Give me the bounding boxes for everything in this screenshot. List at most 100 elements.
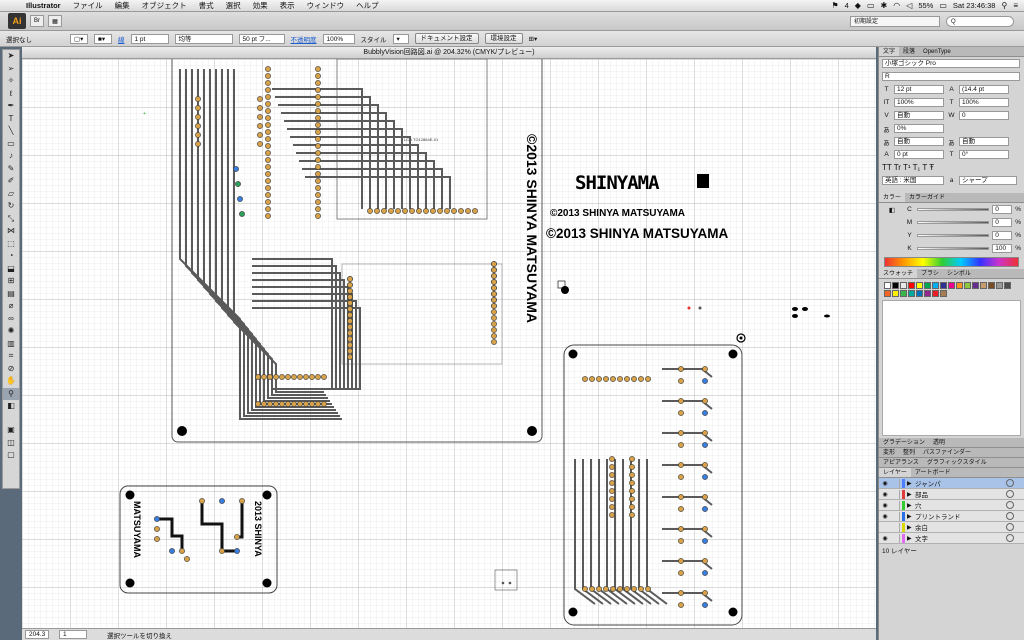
swatch-14[interactable]: [996, 282, 1003, 289]
pcb-pad[interactable]: [702, 538, 708, 544]
lock-toggle[interactable]: [891, 478, 900, 488]
pcb-pad[interactable]: [195, 96, 201, 102]
pcb-pad[interactable]: [303, 374, 309, 380]
tab-brushes[interactable]: ブラシ: [917, 269, 943, 278]
pcb-pad[interactable]: [265, 66, 271, 72]
pcb-pad[interactable]: [702, 366, 708, 372]
pcb-pad[interactable]: [261, 401, 267, 407]
document-settings-button[interactable]: ドキュメント設定: [414, 33, 479, 44]
pcb-pad[interactable]: [309, 374, 315, 380]
pcb-pad[interactable]: [315, 122, 321, 128]
tab-gradient[interactable]: グラデーション: [879, 438, 929, 447]
pcb-pad[interactable]: [596, 586, 602, 592]
menu-object[interactable]: オブジェクト: [136, 0, 193, 11]
pcb-pad[interactable]: [678, 410, 684, 416]
swatch-21[interactable]: [924, 290, 931, 297]
pcb-pad[interactable]: [609, 472, 615, 478]
menu-app-name[interactable]: Illustrator: [20, 1, 67, 10]
pcb-pad[interactable]: [589, 586, 595, 592]
pcb-pad[interactable]: [491, 321, 497, 327]
rectangle-tool-icon[interactable]: ▭: [3, 138, 19, 151]
pcb-pad[interactable]: [609, 496, 615, 502]
tab-color[interactable]: カラー: [879, 193, 906, 202]
pcb-pad[interactable]: [195, 105, 201, 111]
pcb-pad[interactable]: [491, 267, 497, 273]
pcb-pad[interactable]: [609, 504, 615, 510]
pcb-pad[interactable]: [347, 342, 353, 348]
pen-tool-icon[interactable]: ✒: [3, 100, 19, 113]
swatch-20[interactable]: [916, 290, 923, 297]
pcb-pad[interactable]: [347, 312, 353, 318]
pcb-pad[interactable]: [638, 376, 644, 382]
bridge-button[interactable]: Br: [30, 15, 44, 27]
lock-toggle[interactable]: [891, 500, 900, 510]
pcb-pad[interactable]: [273, 374, 279, 380]
volume-icon[interactable]: ◁: [906, 1, 912, 10]
notification-icon[interactable]: ⚑: [831, 1, 838, 10]
pcb-pad[interactable]: [624, 586, 630, 592]
pcb-pad[interactable]: [603, 586, 609, 592]
pcb-pad[interactable]: [347, 324, 353, 330]
pcb-pad[interactable]: [154, 526, 160, 532]
menu-help[interactable]: ヘルプ: [350, 0, 385, 11]
pcb-pad[interactable]: [347, 336, 353, 342]
oval-mark-1[interactable]: [792, 307, 798, 311]
pcb-pad[interactable]: [678, 602, 684, 608]
pcb-pad[interactable]: [237, 196, 243, 202]
pcb-pad[interactable]: [154, 516, 160, 522]
pcb-pad[interactable]: [629, 512, 635, 518]
pcb-pad[interactable]: [645, 376, 651, 382]
swatch-17[interactable]: [892, 290, 899, 297]
pcb-pad[interactable]: [265, 164, 271, 170]
hole-mark[interactable]: [561, 286, 569, 294]
layer-name[interactable]: ジャンパ: [915, 478, 1006, 488]
pcb-pad[interactable]: [491, 279, 497, 285]
pcb-pad[interactable]: [678, 494, 684, 500]
aki-right-field[interactable]: 自動: [959, 137, 1009, 146]
pcb-pad[interactable]: [702, 474, 708, 480]
menu-select[interactable]: 選択: [220, 0, 247, 11]
direct-selection-tool-icon[interactable]: ➢: [3, 63, 19, 76]
line-tool-icon[interactable]: ╲: [3, 125, 19, 138]
pcb-pad[interactable]: [402, 208, 408, 214]
grey-dot-mark[interactable]: [698, 306, 702, 310]
pcb-pad[interactable]: [303, 401, 309, 407]
pcb-pad[interactable]: [265, 157, 271, 163]
pcb-pad[interactable]: [273, 401, 279, 407]
pcb-pad[interactable]: [629, 456, 635, 462]
pcb-pad[interactable]: [347, 288, 353, 294]
channel-m-slider[interactable]: [917, 221, 990, 224]
pcb-pad[interactable]: [423, 208, 429, 214]
leading-field[interactable]: (14.4 pt: [959, 85, 1009, 94]
zoom-field[interactable]: 204.3: [25, 630, 49, 639]
tab-graphic-styles[interactable]: グラフィックスタイル: [923, 458, 991, 467]
pcb-pad[interactable]: [257, 132, 263, 138]
swatch-8[interactable]: [948, 282, 955, 289]
pcb-pad[interactable]: [491, 333, 497, 339]
pcb-pad[interactable]: [395, 208, 401, 214]
pcb-pad[interactable]: [678, 538, 684, 544]
pcb-pad[interactable]: [315, 101, 321, 107]
visibility-eye-icon[interactable]: ◉: [879, 535, 891, 542]
visibility-eye-icon[interactable]: ◉: [879, 513, 891, 520]
pcb-pad[interactable]: [285, 374, 291, 380]
workspace-switcher[interactable]: 初期設定: [850, 15, 940, 27]
menu-window[interactable]: ウィンドウ: [301, 0, 351, 11]
channel-y-field[interactable]: 0: [992, 231, 1013, 240]
tab-layers[interactable]: レイヤー: [879, 468, 911, 477]
layer-name[interactable]: 余白: [915, 522, 1006, 532]
swatch-2[interactable]: [900, 282, 907, 289]
pcb-pad[interactable]: [315, 66, 321, 72]
style-field[interactable]: ▾: [392, 33, 409, 44]
layer-name[interactable]: プリントランド: [915, 511, 1006, 521]
channel-k-slider[interactable]: [917, 247, 990, 250]
pcb-pad[interactable]: [265, 87, 271, 93]
color-spectrum[interactable]: [884, 257, 1019, 267]
hscale-field[interactable]: 100%: [959, 98, 1009, 107]
font-size-field[interactable]: 12 pt: [894, 85, 944, 94]
pcb-pad[interactable]: [388, 208, 394, 214]
pcb-pad[interactable]: [702, 462, 708, 468]
pcb-pad[interactable]: [702, 506, 708, 512]
pcb-pad[interactable]: [265, 178, 271, 184]
pcb-pad[interactable]: [631, 376, 637, 382]
